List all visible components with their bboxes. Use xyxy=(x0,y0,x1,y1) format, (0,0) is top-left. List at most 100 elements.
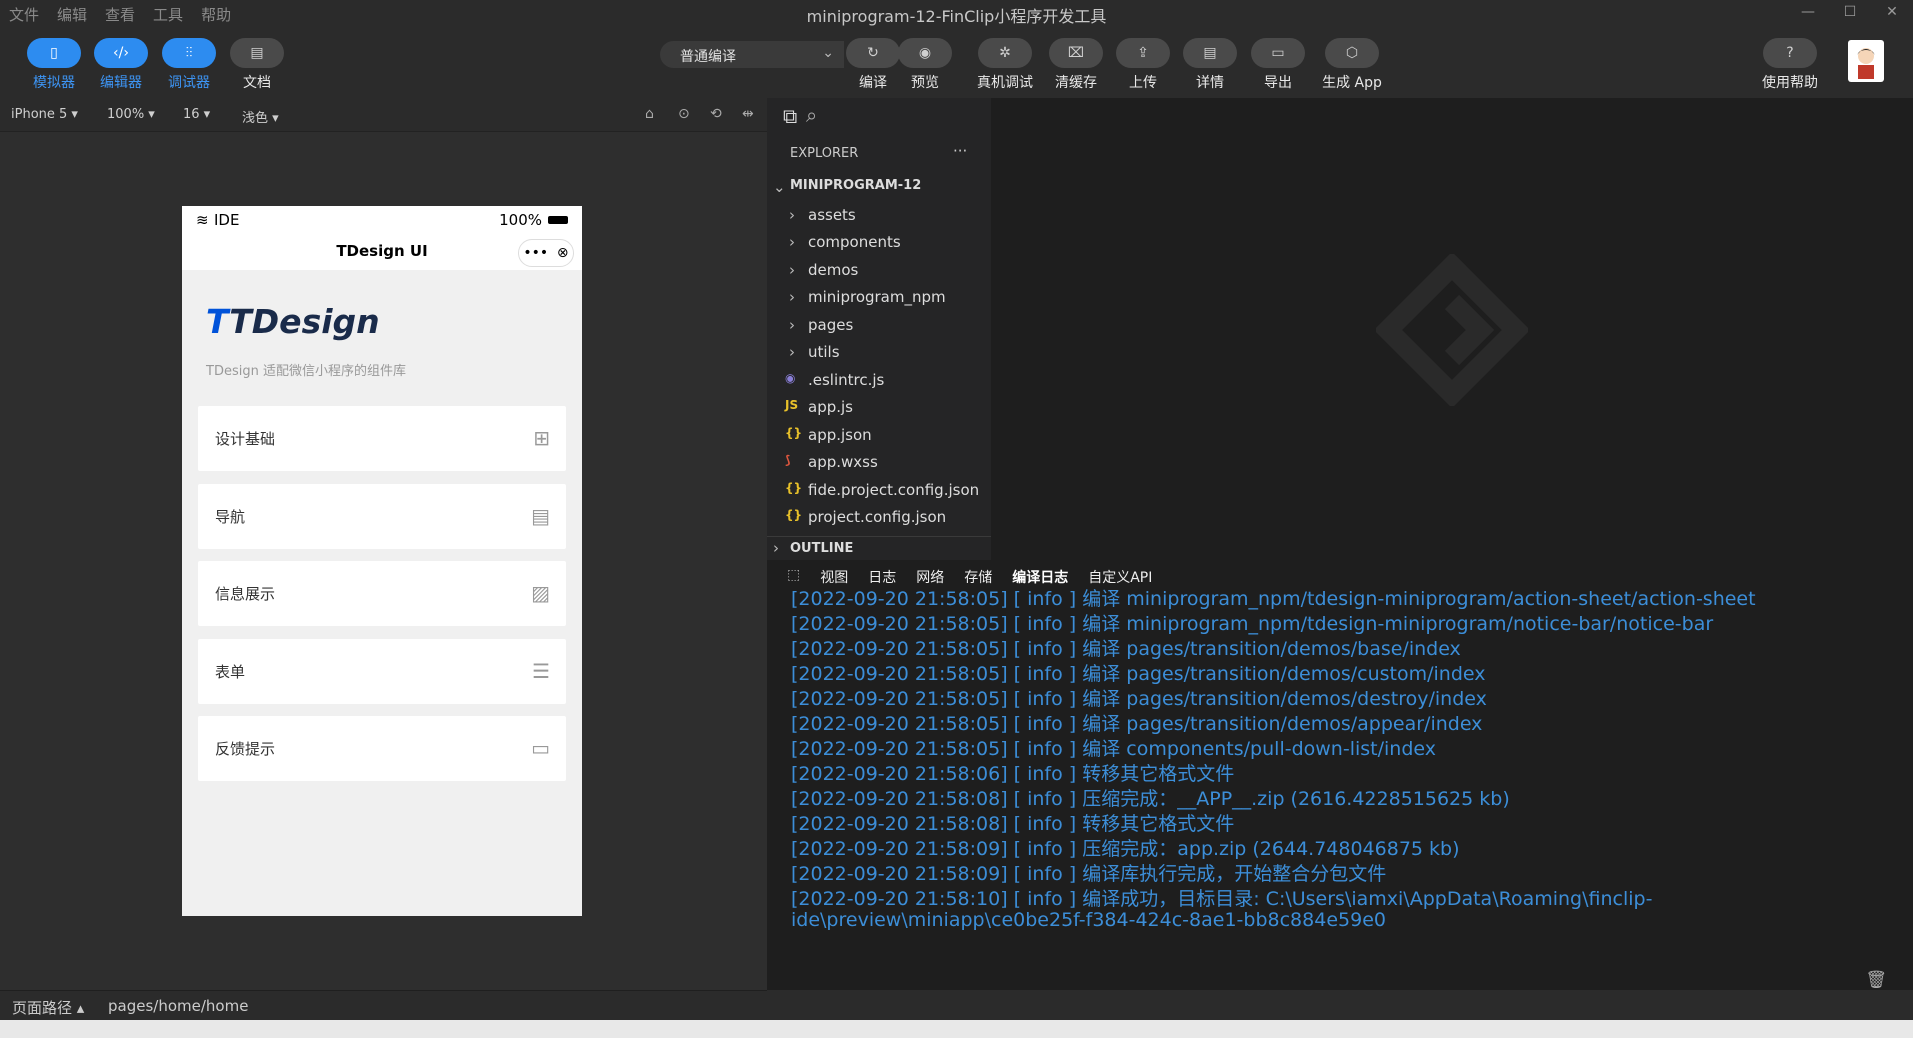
folder-item[interactable]: › utils xyxy=(767,343,991,369)
device-debug-button[interactable]: ✲ 真机调试 xyxy=(970,38,1040,92)
log-line: [2022-09-20 21:58:05] [ info ] 编译 pages/… xyxy=(791,638,1461,660)
rotate-icon[interactable]: ⟲ xyxy=(710,106,722,122)
folder-item[interactable]: › demos xyxy=(767,261,991,287)
card-navigation[interactable]: 导航 ▤ xyxy=(198,484,566,549)
folder-item[interactable]: › pages xyxy=(767,316,991,342)
home-icon[interactable]: ⌂ xyxy=(645,106,654,122)
upload-icon: ⇪ xyxy=(1116,38,1170,68)
files-icon[interactable]: ⧉ xyxy=(783,104,797,128)
document-icon: ▤ xyxy=(230,38,284,68)
compile-mode-select[interactable]: 普通编译 ⌄ xyxy=(660,41,844,68)
file-item[interactable]: ◉ .eslintrc.js xyxy=(767,371,991,397)
page-path-toggle[interactable]: 页面路径 ▴ xyxy=(12,997,84,1018)
card-label: 表单 xyxy=(215,663,246,681)
log-line: [2022-09-20 21:58:10] [ info ] 编译成功，目标目录… xyxy=(791,888,1653,910)
card-feedback[interactable]: 反馈提示 ▭ xyxy=(198,716,566,781)
menu-file[interactable]: 文件 xyxy=(0,0,48,26)
simulator-button[interactable]: ▯ 模拟器 xyxy=(19,38,89,92)
folder-icon: ▭ xyxy=(1251,38,1305,68)
title-bar: 文件 编辑 查看 工具 帮助 miniprogram-12-FinClip小程序… xyxy=(0,0,1913,26)
folder-item[interactable]: › components xyxy=(767,233,991,259)
close-icon[interactable]: ⊗ xyxy=(557,245,569,261)
folder-name: pages xyxy=(808,316,854,334)
editor-button[interactable]: ‹/› 编辑器 xyxy=(86,38,156,92)
minimize-button[interactable]: — xyxy=(1787,0,1829,26)
clear-console-icon[interactable]: 🗑 xyxy=(1865,970,1887,990)
help-icon: ? xyxy=(1763,38,1817,68)
location-icon[interactable]: ⊙ xyxy=(678,106,690,122)
file-name: project.config.json xyxy=(808,508,947,526)
help-button[interactable]: ? 使用帮助 xyxy=(1755,38,1825,92)
menu-tools[interactable]: 工具 xyxy=(144,0,192,26)
card-label: 反馈提示 xyxy=(215,740,276,758)
debugger-label: 调试器 xyxy=(168,75,210,91)
card-design-basics[interactable]: 设计基础 ⊞ xyxy=(198,406,566,471)
grid-icon: ⊞ xyxy=(533,426,550,450)
card-form[interactable]: 表单 ☰ xyxy=(198,639,566,704)
json-file-icon: {} xyxy=(785,426,803,440)
clear-cache-button[interactable]: ⌧ 清缓存 xyxy=(1041,38,1111,92)
log-line: ide\preview\miniapp\ce0be25f-f384-424c-8… xyxy=(791,909,1386,931)
folder-item[interactable]: › miniprogram_npm xyxy=(767,288,991,314)
list-icon: ☰ xyxy=(532,659,550,683)
preview-label: 预览 xyxy=(911,75,939,91)
zoom-select[interactable]: 100% ▾ xyxy=(107,107,155,122)
menu-help[interactable]: 帮助 xyxy=(192,0,240,26)
log-line: [2022-09-20 21:58:09] [ info ] 编译库执行完成，开… xyxy=(791,863,1387,885)
compile-label: 编译 xyxy=(859,75,887,91)
menu-edit[interactable]: 编辑 xyxy=(48,0,96,26)
help-label: 使用帮助 xyxy=(1762,75,1818,91)
file-item[interactable]: {} app.json xyxy=(767,426,991,452)
page-path-label: 页面路径 xyxy=(12,999,73,1017)
folder-name: assets xyxy=(808,206,856,224)
project-root[interactable]: ⌄ MINIPROGRAM-12 xyxy=(767,178,991,204)
search-icon[interactable]: ⌕ xyxy=(806,103,817,127)
window-controls: — ☐ ✕ xyxy=(1787,0,1913,26)
battery-percent: 100% xyxy=(499,211,542,229)
font-size-select[interactable]: 16 ▾ xyxy=(183,107,210,122)
avatar[interactable] xyxy=(1848,40,1884,82)
menu-view[interactable]: 查看 xyxy=(96,0,144,26)
resize-icon[interactable]: ⇹ xyxy=(742,106,754,122)
file-item[interactable]: ⟆ app.wxss xyxy=(767,453,991,479)
preview-button[interactable]: ◉ 预览 xyxy=(890,38,960,92)
user-avatar-icon xyxy=(1857,48,1875,79)
log-line: [2022-09-20 21:58:05] [ info ] 编译 minipr… xyxy=(791,588,1756,610)
generate-app-button[interactable]: ⬡ 生成 App xyxy=(1317,38,1387,92)
clear-cache-label: 清缓存 xyxy=(1055,75,1097,91)
close-window-button[interactable]: ✕ xyxy=(1871,0,1913,26)
file-item[interactable]: JS app.js xyxy=(767,398,991,424)
finclip-watermark-icon xyxy=(1376,254,1528,406)
file-name: fide.project.config.json xyxy=(808,481,980,499)
maximize-button[interactable]: ☐ xyxy=(1829,0,1871,26)
export-button[interactable]: ▭ 导出 xyxy=(1243,38,1313,92)
theme-select[interactable]: 浅色 ▾ xyxy=(242,107,279,126)
file-item[interactable]: {} fide.project.config.json xyxy=(767,481,991,507)
more-icon[interactable]: ••• xyxy=(523,245,548,261)
file-name: app.wxss xyxy=(808,453,878,471)
docs-button[interactable]: ▤ 文档 xyxy=(222,38,292,92)
export-label: 导出 xyxy=(1264,75,1292,91)
logo-mark: T xyxy=(206,302,230,341)
details-button[interactable]: ▤ 详情 xyxy=(1175,38,1245,92)
project-name: MINIPROGRAM-12 xyxy=(790,178,922,193)
window-title: miniprogram-12-FinClip小程序开发工具 xyxy=(806,7,1107,26)
more-actions-icon[interactable]: ··· xyxy=(953,142,967,160)
log-line: [2022-09-20 21:58:05] [ info ] 编译 pages/… xyxy=(791,663,1486,685)
card-label: 设计基础 xyxy=(215,430,276,448)
card-data-display[interactable]: 信息展示 ▨ xyxy=(198,561,566,626)
chevron-down-icon: ⌄ xyxy=(822,45,834,61)
code-icon: ‹/› xyxy=(94,38,148,68)
phone-simulator: ≋ IDE 100% TDesign UI ••• ⊗ TTDesign TDe… xyxy=(182,206,582,916)
device-select[interactable]: iPhone 5 ▾ xyxy=(11,107,78,122)
folder-item[interactable]: › assets xyxy=(767,206,991,232)
docs-label: 文档 xyxy=(243,75,271,91)
page-description: TDesign 适配微信小程序的组件库 xyxy=(206,364,406,379)
debugger-button[interactable]: ⫶⫶ 调试器 xyxy=(154,38,224,92)
details-icon: ▤ xyxy=(1183,38,1237,68)
file-item[interactable]: {} project.config.json xyxy=(767,508,991,534)
eye-icon: ◉ xyxy=(898,38,952,68)
outline-section[interactable]: › OUTLINE xyxy=(767,536,991,562)
upload-button[interactable]: ⇪ 上传 xyxy=(1108,38,1178,92)
theme-value: 浅色 xyxy=(242,111,269,126)
